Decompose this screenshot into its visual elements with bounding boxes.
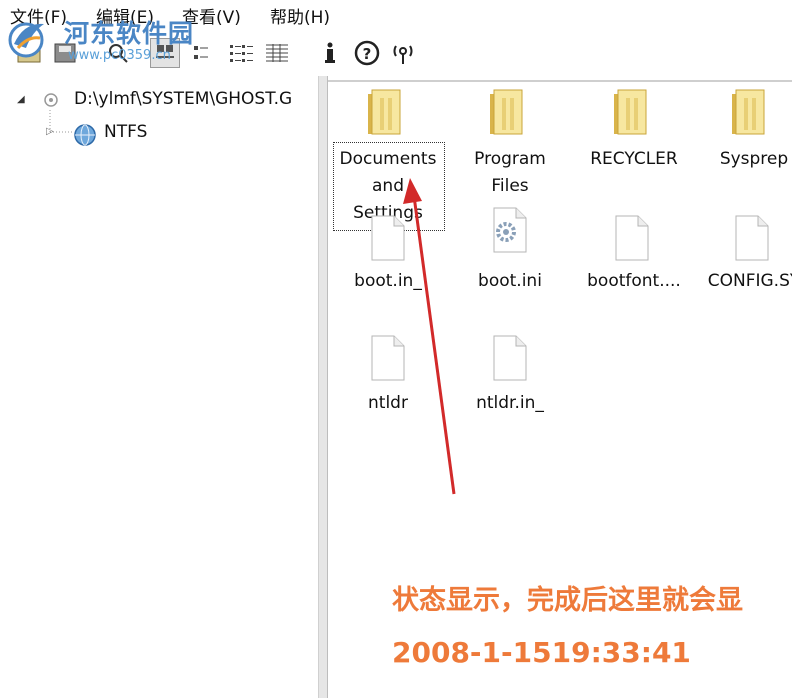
settings-file-icon [493,207,527,253]
help-icon: ? [354,40,380,66]
menu-help[interactable]: 帮助(H) [270,3,330,28]
file-icon [615,215,649,261]
status-message: 状态显示，完成后这里就会显 [392,585,743,616]
file-name-line: Sysprep [719,149,789,169]
file-item-sysprep[interactable]: Sysprep [692,146,792,173]
wireless-button[interactable] [388,38,418,68]
details-view-icon [266,44,288,62]
watermark-url: www.pc0359.cn [68,48,171,63]
file-item-program-files[interactable]: Program Files [448,146,572,200]
file-name-line: ntldr [368,393,408,413]
folder-icon [614,89,647,135]
list-view-button[interactable] [226,38,256,68]
help-button[interactable]: ? [352,38,382,68]
list-view-icon [230,45,253,62]
file-icon [493,335,527,381]
file-name-line: bootfont.... [587,271,681,291]
drive-icon [44,93,58,107]
file-item-bootfont[interactable]: bootfont.... [572,268,696,295]
file-name-line: RECYCLER [590,149,678,169]
file-name-line: ntldr.in_ [476,393,544,413]
small-icons-view-button[interactable] [190,38,220,68]
file-name-line: CONFIG.SY [707,271,792,291]
expand-arrow-icon[interactable]: ▷ [46,126,54,137]
status-time: 2008-1-1519:33:41 [392,636,691,669]
watermark-logo-icon [8,22,44,58]
tree-item-root[interactable]: D:\ylmf\SYSTEM\GHOST.G [74,89,292,109]
file-item-recycler[interactable]: RECYCLER [572,146,696,173]
file-item-ntldr-in[interactable]: ntldr.in_ [448,390,572,417]
info-button[interactable] [316,38,346,68]
svg-text:?: ? [363,45,372,63]
file-item-ntldr[interactable]: ntldr [326,390,450,417]
watermark-title: 河东软件园 [64,19,195,48]
file-item-boot-in[interactable]: boot.in_ [326,268,450,295]
file-name-line: Program [474,149,546,169]
file-name-line: and [372,176,404,196]
file-icon [371,215,405,261]
file-icon [735,215,769,261]
file-name-line: boot.ini [478,271,542,291]
collapse-arrow-icon[interactable]: ◢ [17,94,25,105]
file-icon [371,335,405,381]
file-item-boot-ini[interactable]: boot.ini [448,268,572,295]
file-name-line: Files [491,176,529,196]
details-view-button[interactable] [262,38,292,68]
folder-icon [732,89,765,135]
wireless-icon [393,45,413,64]
small-icons-view-icon [194,46,208,59]
tree-item-ntfs[interactable]: NTFS [104,122,147,142]
info-icon [325,42,335,63]
folder-icon [490,89,523,135]
folder-tree-pane: ◢ D:\ylmf\SYSTEM\GHOST.G ▷ NTFS [0,82,318,698]
file-item-config[interactable]: CONFIG.SY [692,268,792,295]
globe-icon [74,124,96,146]
file-name-line: boot.in_ [354,271,422,291]
folder-icon [368,89,401,135]
file-name-line: Documents [339,149,437,169]
